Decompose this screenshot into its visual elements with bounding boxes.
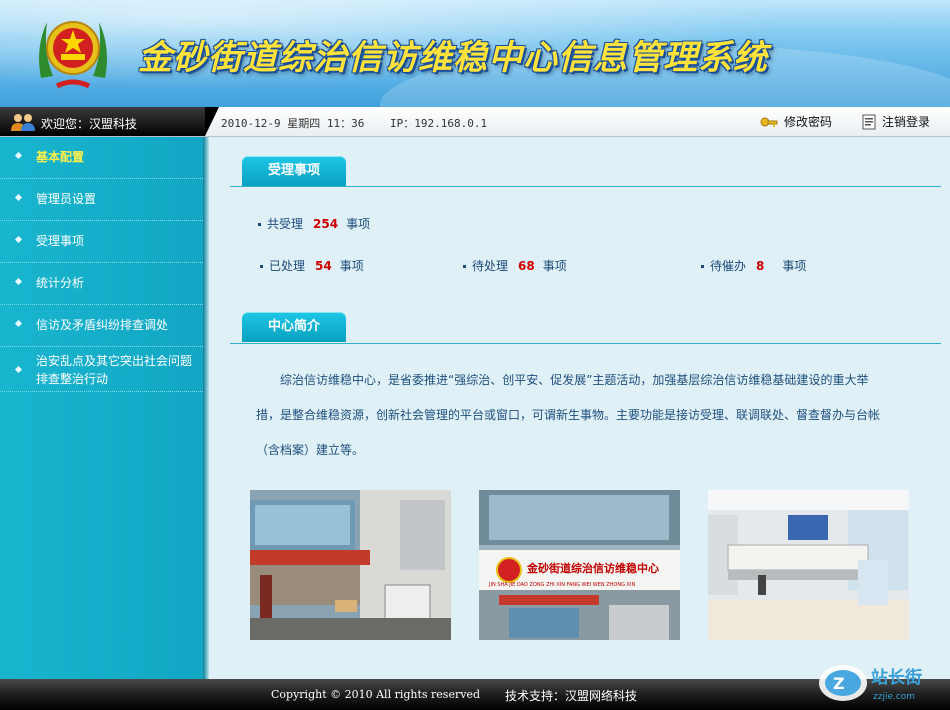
sidebar-item-accepted-matters[interactable]: 受理事项	[0, 221, 203, 263]
main-content: 受理事项 共受理 254 事项 已处理 54 事项 待处理 68 事项 待催办 8 事项 中心简…	[209, 137, 950, 679]
top-bar: 欢迎您：汉盟科技 2010-12-9 星期四 11：36 IP：192.168.…	[0, 107, 950, 137]
center-photo-hall	[708, 490, 909, 640]
stat-count: 8	[756, 259, 765, 273]
section-tab-accepted: 受理事项	[242, 156, 346, 186]
sidebar-item-label: 信访及矛盾纠纷排查调处	[36, 318, 169, 332]
section-divider	[230, 186, 941, 187]
welcome-box: 欢迎您：汉盟科技	[0, 107, 219, 136]
datetime-text: 2010-12-9 星期四 11：36	[221, 117, 365, 130]
sidebar-item-statistics[interactable]: 统计分析	[0, 263, 203, 305]
logout-doc-icon	[862, 114, 876, 129]
tech-support-text: 技术支持：汉盟网络科技	[505, 689, 638, 703]
sidebar-item-label: 管理员设置	[36, 192, 97, 206]
stat-count: 54	[315, 259, 332, 273]
stat-count: 254	[313, 217, 339, 231]
diamond-bullet-icon	[14, 319, 23, 328]
center-photo-building	[250, 490, 451, 640]
diamond-bullet-icon	[14, 193, 23, 202]
stat-label: 待催办	[710, 259, 747, 273]
site-watermark-logo: Z 站长街 zzjie.com	[819, 665, 922, 702]
section-tab-intro: 中心简介	[242, 312, 346, 342]
header-banner: 金砂街道综治信访维稳中心信息管理系统	[0, 0, 950, 107]
police-emblem-icon	[39, 21, 107, 89]
sidebar-item-petition-disputes[interactable]: 信访及矛盾纠纷排查调处	[0, 305, 203, 347]
sidebar-item-label-line1: 治安乱点及其它突出社会问题	[36, 354, 193, 368]
change-password-link[interactable]: 修改密码	[760, 113, 832, 130]
stat-count: 68	[518, 259, 535, 273]
stat-unit: 事项	[346, 217, 371, 231]
stat-unit: 事项	[339, 259, 364, 273]
key-icon	[760, 117, 778, 127]
sidebar-item-basic-config[interactable]: 基本配置	[0, 137, 203, 179]
diamond-bullet-icon	[14, 365, 23, 374]
diamond-bullet-icon	[14, 235, 23, 244]
building-photo-image	[250, 490, 451, 640]
watermark-url: zzjie.com	[873, 692, 915, 702]
sidebar-item-admin-settings[interactable]: 管理员设置	[0, 179, 203, 221]
copyright-text: Copyright © 2010 All rights reserved	[271, 688, 480, 701]
stat-total: 共受理 254 事项	[258, 215, 370, 232]
section-divider	[230, 343, 941, 344]
stat-pending: 待处理 68 事项	[463, 257, 567, 274]
stat-urge: 待催办 8 事项	[701, 257, 806, 274]
sidebar-item-public-security-rectification[interactable]: 治安乱点及其它突出社会问题 排查整治行动	[0, 347, 203, 392]
sidebar-item-label: 受理事项	[36, 234, 85, 248]
welcome-corner	[205, 107, 219, 136]
stat-unit: 事项	[542, 259, 567, 273]
hall-photo-image	[708, 490, 909, 640]
bullet-dot-icon	[463, 265, 466, 268]
diamond-bullet-icon	[14, 277, 23, 286]
stat-label: 待处理	[472, 259, 509, 273]
users-icon	[11, 114, 35, 131]
intro-paragraph-line2: 措，是整合维稳资源，创新社会管理的平台或窗口，可谓新生事物。主要功能是接访受理、…	[256, 408, 881, 422]
signboard-pinyin: JIN SHA JIE DAO ZONG ZHI XIN FANG WEI WE…	[488, 582, 635, 588]
sidebar-item-label: 基本配置	[36, 150, 85, 164]
sidebar-item-label-line2: 排查整治行动	[36, 372, 109, 386]
signboard-photo-image: 金砂街道综治信访维稳中心 JIN SHA JIE DAO ZONG ZHI XI…	[479, 490, 680, 640]
watermark-text: 站长街	[871, 667, 922, 688]
footer: Copyright © 2010 All rights reserved 技术支…	[0, 679, 950, 710]
stat-label: 已处理	[269, 259, 306, 273]
svg-text:Z: Z	[833, 674, 845, 693]
stat-label: 共受理	[267, 217, 304, 231]
stat-unit: 事项	[782, 259, 807, 273]
center-photo-signboard: 金砂街道综治信访维稳中心 JIN SHA JIE DAO ZONG ZHI XI…	[479, 490, 680, 640]
system-title: 金砂街道综治信访维稳中心信息管理系统	[138, 38, 768, 78]
bullet-dot-icon	[701, 265, 704, 268]
bullet-dot-icon	[260, 265, 263, 268]
intro-paragraph-line3: （含档案）建立等。	[256, 443, 365, 457]
diamond-bullet-icon	[14, 151, 23, 160]
stat-processed: 已处理 54 事项	[260, 257, 364, 274]
intro-paragraph-line1: 综治信访维稳中心，是省委推进“强综治、创平安、促发展”主题活动，加强基层综治信访…	[280, 373, 869, 387]
sidebar: 基本配置 管理员设置 受理事项 统计分析 信访及矛盾纠纷排查调处 治安乱点及其它…	[0, 137, 209, 679]
signboard-text: 金砂街道综治信访维稳中心	[526, 561, 659, 575]
change-password-label: 修改密码	[784, 115, 833, 129]
logout-link[interactable]: 注销登录	[862, 113, 930, 130]
bullet-dot-icon	[258, 223, 261, 226]
logout-label: 注销登录	[882, 115, 931, 129]
welcome-text: 欢迎您：汉盟科技	[41, 117, 138, 131]
sidebar-item-label: 统计分析	[36, 276, 85, 290]
ip-text: IP：192.168.0.1	[390, 117, 488, 130]
